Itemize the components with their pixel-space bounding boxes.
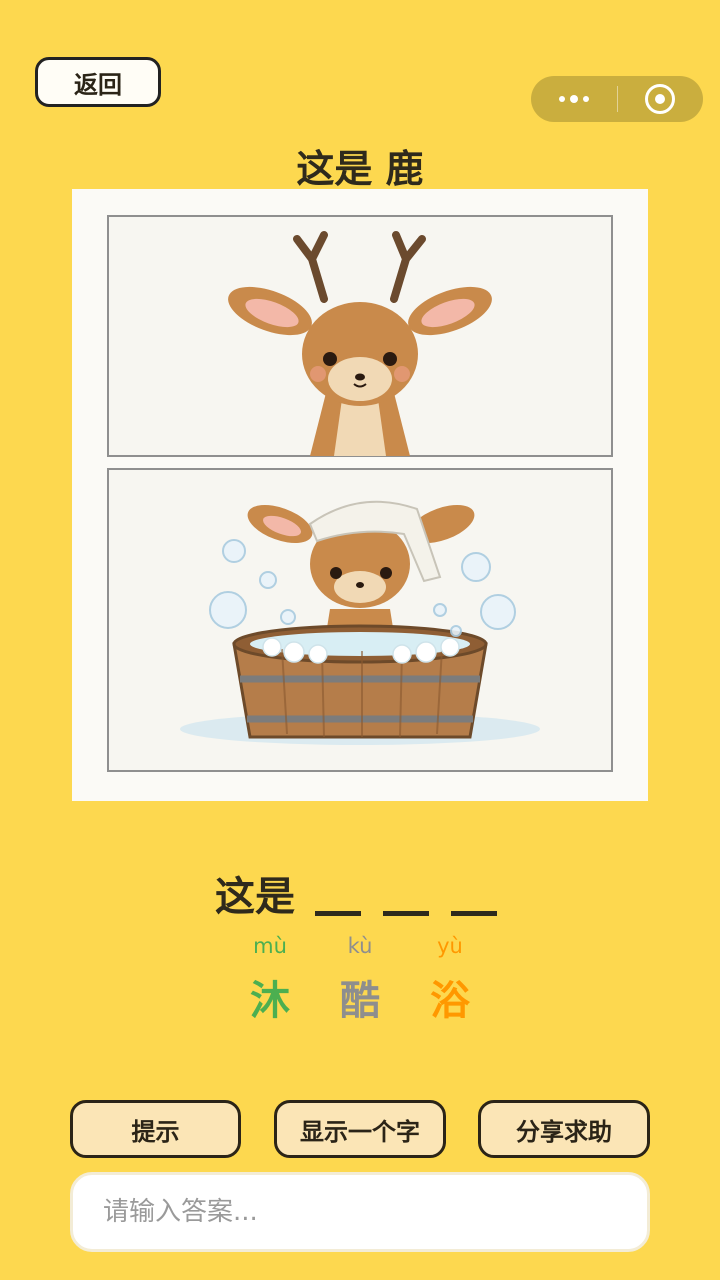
- answer-blank-3: [451, 910, 497, 916]
- character-option-1[interactable]: mù 沐: [245, 934, 295, 1026]
- answer-box: [70, 1172, 650, 1252]
- close-target-icon: [645, 84, 676, 114]
- back-button[interactable]: 返回: [35, 57, 161, 107]
- character-options: mù 沐 kù 酷 yù 浴: [0, 934, 720, 1026]
- option-character: 酷: [340, 978, 380, 1024]
- puzzle-illustration: [107, 215, 613, 772]
- option-pinyin: mù: [253, 934, 287, 958]
- option-character: 沐: [250, 978, 290, 1024]
- more-button[interactable]: [531, 76, 617, 122]
- option-pinyin: yù: [437, 934, 463, 958]
- puzzle-image: [72, 189, 648, 801]
- character-option-3[interactable]: yù 浴: [425, 934, 475, 1026]
- hint-button[interactable]: 提示: [70, 1100, 241, 1158]
- option-pinyin: kù: [347, 934, 373, 958]
- close-button[interactable]: [618, 76, 704, 122]
- page-title: 这是 鹿: [296, 147, 424, 191]
- sentence-prefix: 这是: [215, 874, 295, 920]
- option-character: 浴: [430, 978, 470, 1024]
- answer-input[interactable]: [101, 1196, 647, 1228]
- character-option-2[interactable]: kù 酷: [335, 934, 385, 1026]
- mini-program-capsule: [531, 76, 703, 122]
- answer-blank-1: [315, 910, 361, 916]
- share-help-button[interactable]: 分享求助: [478, 1100, 650, 1158]
- reveal-character-button[interactable]: 显示一个字: [274, 1100, 446, 1158]
- fill-in-sentence: 这是: [0, 864, 720, 922]
- answer-blank-2: [383, 910, 429, 916]
- more-dots-icon: [558, 95, 589, 103]
